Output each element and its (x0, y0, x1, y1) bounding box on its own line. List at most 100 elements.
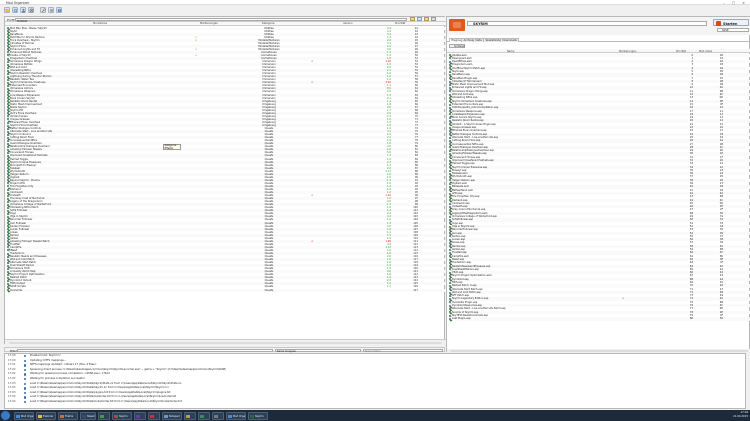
log-message: Load C:\Steam\steamapps\common\Skyrim\Da… (30, 399, 182, 403)
taskbar-app-12[interactable]: Mod Organizer (226, 411, 246, 420)
install-mod-button[interactable] (4, 7, 10, 13)
info-icon (24, 396, 27, 399)
col-plugin-name[interactable]: Name (507, 50, 514, 53)
scroll-thumb[interactable] (9, 341, 442, 344)
profile-select[interactable]: Default (15, 17, 407, 23)
open-folder-button[interactable] (417, 17, 422, 22)
info-icon (24, 373, 27, 376)
col-plugin-priority[interactable]: Priorität (676, 50, 686, 53)
window-controls[interactable]: – □ × (723, 1, 748, 5)
taskbar-app-11[interactable] (212, 411, 224, 420)
log-entry: 17:04 Load C:\Steam\steamapps\common\Skyr… (5, 400, 745, 405)
system-clock[interactable]: 17:04 21.04.2015 (733, 411, 748, 419)
backup-button[interactable] (424, 17, 429, 22)
taskbar-app-7[interactable] (148, 411, 160, 420)
start-menu-icon[interactable] (1, 411, 10, 420)
mod-list-header: Mod-Name Markierungen Kategorie Version … (5, 22, 446, 26)
app-icon (186, 414, 190, 418)
info-icon (24, 401, 27, 404)
plugin-checkbox[interactable] (449, 317, 451, 320)
start-label: Starten (723, 21, 738, 26)
col-mod-index[interactable]: Mod-Index (699, 50, 712, 53)
nexus-button[interactable] (12, 7, 18, 13)
app-icon (100, 414, 104, 418)
taskbar-app-10[interactable] (198, 411, 210, 420)
taskbar-app-label: Steam (87, 414, 96, 418)
taskbar-app-1[interactable]: Explorer (36, 411, 56, 420)
plugin-mod-index: 50 (719, 317, 723, 321)
gear-icon (29, 8, 34, 13)
app-icon (150, 414, 154, 418)
executable-select[interactable]: SKSE (717, 28, 749, 32)
mod-list: Mod Ban Plus - Basis / Skyrim Utilities 3.… (5, 26, 446, 340)
taskbar-app-label: Explorer (43, 414, 54, 418)
profiles-button[interactable] (20, 7, 26, 13)
plugin-priority: 80 (689, 317, 693, 321)
mod-filter-bar: Filter Keine Gruppen Name filtern (4, 347, 445, 353)
taskbar-app-2[interactable]: Firefox (58, 411, 78, 420)
col-flags[interactable]: Markierungen (200, 22, 218, 25)
app-icon (82, 414, 86, 418)
filter-input[interactable] (17, 348, 273, 353)
app-icon (214, 414, 218, 418)
scroll-thumb[interactable] (450, 350, 748, 352)
taskbar-app-0[interactable]: Mod Organizer (14, 411, 34, 420)
taskbar-app-4[interactable] (98, 411, 110, 420)
mod-checkbox[interactable] (7, 289, 9, 292)
col-category[interactable]: Kategorie (262, 22, 274, 25)
mod-row[interactable]: Overwrite Quests 127 (5, 288, 446, 292)
start-button[interactable]: Starten (713, 19, 749, 26)
group-select[interactable]: Keine Gruppen (275, 348, 361, 353)
taskbar-app-label: Mod Organizer (21, 414, 34, 418)
mod-name: Overwrite (10, 288, 23, 292)
taskbar-app-label: Mod Organizer (233, 414, 246, 418)
plugin-name: Last Plugin.esp (452, 317, 471, 321)
app-icon (38, 414, 42, 418)
main-toolbar: ? (0, 6, 750, 14)
game-select[interactable]: SKYRIM (467, 21, 707, 26)
info-icon (24, 355, 27, 358)
mod-organizer-window: Mod Organizer – □ × ? Profil: Default Mo… (0, 0, 750, 410)
tools-button[interactable] (40, 7, 46, 13)
executables-button[interactable] (28, 7, 34, 13)
taskbar-app-5[interactable]: Skyrim (112, 411, 132, 420)
game-logo-icon (449, 19, 465, 31)
sort-button[interactable]: Sortieren (449, 43, 465, 48)
col-plugin-flags[interactable]: Markierungen (619, 50, 636, 53)
taskbar-app-label: Firefox (65, 414, 74, 418)
windows-taskbar: Mod Organizer Explorer Firefox Steam Skyrim N… (0, 410, 750, 421)
log-pane: 17:00 Enabled mod: Skyrim U 17:00 Updating:… (4, 353, 746, 409)
mod-category: Quests (264, 288, 274, 292)
mod-priority: 127 (413, 288, 418, 292)
app-icon (136, 414, 140, 418)
archive-button[interactable] (410, 17, 415, 22)
restore-button[interactable] (431, 17, 436, 22)
game-header: SKYRIM Starten SKSE (447, 17, 750, 35)
info-icon (24, 382, 27, 386)
taskbar-app-9[interactable] (184, 411, 196, 420)
taskbar-app-label: Skyrim (119, 414, 128, 418)
mod-list-scrollbar[interactable] (5, 339, 446, 345)
log-time: 17:04 (8, 399, 16, 403)
col-priority[interactable]: Priorität (395, 22, 405, 25)
info-icon (24, 359, 27, 363)
app-icon (114, 414, 118, 418)
folder-icon (5, 9, 10, 13)
help-button[interactable]: ? (56, 7, 62, 13)
help-icon: ? (57, 9, 62, 13)
info-icon (24, 387, 27, 390)
taskbar-app-13[interactable]: Skyrim (248, 411, 268, 420)
info-icon (24, 378, 27, 381)
app-icon (60, 414, 64, 418)
settings-button[interactable] (48, 7, 54, 13)
tab-4[interactable]: Downloads (500, 37, 520, 42)
col-mod-name[interactable]: Mod-Name (93, 22, 107, 25)
col-version[interactable]: Version (343, 22, 353, 25)
name-filter-input[interactable]: Name filtern (363, 348, 443, 353)
run-icon (716, 20, 721, 26)
profile-icon (22, 9, 26, 13)
taskbar-app-6[interactable] (134, 411, 146, 420)
plugin-row[interactable]: Last Plugin.esp 80 50 (447, 317, 750, 321)
taskbar-app-3[interactable]: Steam (80, 411, 96, 420)
taskbar-app-8[interactable]: Notepad (162, 411, 182, 420)
